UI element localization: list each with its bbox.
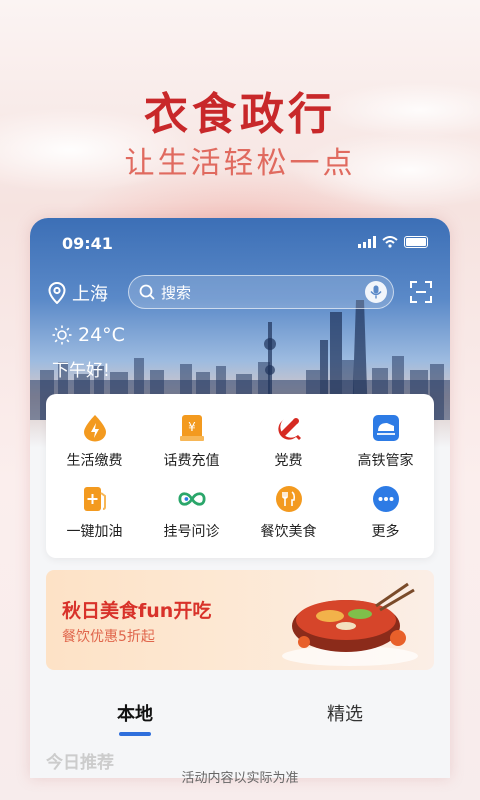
scan-icon[interactable]	[410, 281, 432, 303]
location-label: 上海	[72, 284, 108, 305]
tab-local[interactable]: 本地	[30, 688, 240, 738]
banner-subtitle: 餐饮优惠5折起	[62, 629, 155, 645]
banner-title: 秋日美食fun开吃	[62, 600, 212, 622]
content-tabs: 本地 精选	[30, 688, 450, 738]
status-icons	[358, 236, 428, 248]
service-dining[interactable]: 餐饮美食	[240, 477, 337, 548]
service-label: 一键加油	[66, 523, 123, 540]
status-time: 09:41	[62, 234, 113, 253]
hotpot-image	[282, 582, 418, 666]
promo-title: 衣食政行	[144, 89, 336, 140]
disclaimer-text: 活动内容以实际为准	[181, 771, 299, 786]
greeting-text: 下午好!	[52, 361, 110, 381]
search-input[interactable]: 搜索	[128, 275, 394, 309]
sun-icon	[52, 325, 72, 345]
promo-subtitle: 让生活轻松一点	[124, 146, 356, 181]
location-selector[interactable]: 上海	[48, 280, 108, 306]
status-bar: 09:41	[30, 218, 450, 268]
phone-mockup: 09:41 上海 搜索 24°C 下午好! 生活缴费 ¥ 话费充值 党费 高铁管…	[30, 218, 450, 778]
medical-icon	[177, 485, 206, 513]
service-label: 高铁管家	[357, 452, 414, 469]
service-registration[interactable]: 挂号问诊	[143, 477, 240, 548]
service-party-fee[interactable]: 党费	[240, 406, 337, 477]
svg-text:¥: ¥	[188, 420, 196, 434]
service-phone-recharge[interactable]: ¥ 话费充值	[143, 406, 240, 477]
service-label: 生活缴费	[66, 452, 123, 469]
promo-banner[interactable]: 秋日美食fun开吃 餐饮优惠5折起	[46, 570, 434, 670]
fuel-icon	[81, 485, 109, 513]
wifi-icon	[382, 236, 398, 248]
dining-icon	[275, 485, 303, 513]
search-icon	[139, 284, 155, 300]
service-label: 餐饮美食	[260, 523, 317, 540]
phone-bill-icon: ¥	[178, 414, 206, 442]
location-pin-icon	[48, 282, 66, 304]
service-label: 话费充值	[163, 452, 220, 469]
battery-icon	[404, 236, 428, 248]
signal-icon	[358, 236, 376, 248]
search-placeholder: 搜索	[161, 283, 192, 302]
service-label: 更多	[371, 523, 400, 540]
service-label: 挂号问诊	[163, 523, 220, 540]
service-high-speed-rail[interactable]: 高铁管家	[337, 406, 434, 477]
service-refuel[interactable]: 一键加油	[46, 477, 143, 548]
weather-widget: 24°C	[52, 324, 125, 346]
service-life-payment[interactable]: 生活缴费	[46, 406, 143, 477]
voice-search-button[interactable]	[365, 281, 387, 303]
temperature: 24°C	[78, 324, 125, 346]
more-dots-icon	[372, 485, 400, 513]
tab-featured[interactable]: 精选	[240, 688, 450, 738]
train-icon	[372, 414, 400, 442]
service-label: 党费	[274, 452, 303, 469]
service-more[interactable]: 更多	[337, 477, 434, 548]
party-emblem-icon	[275, 414, 303, 442]
services-grid: 生活缴费 ¥ 话费充值 党费 高铁管家 一键加油 挂号问诊 餐饮美食 更多	[46, 394, 434, 558]
lightning-drop-icon	[81, 414, 109, 442]
microphone-icon	[370, 285, 382, 299]
